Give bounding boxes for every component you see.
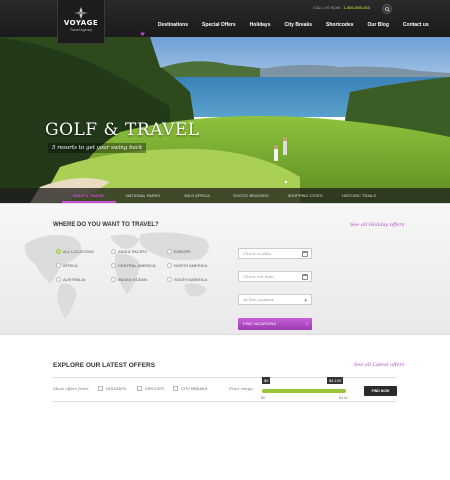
tab-exotic-beaches[interactable]: EXOTIC BEACHES — [224, 188, 278, 203]
price-range-label: Price range: — [229, 386, 254, 391]
call-us: CALL US NOW: 1-800-555-453 — [313, 5, 370, 10]
tab-wild-africa[interactable]: WILD AFRICA — [170, 188, 224, 203]
compass-icon — [74, 6, 88, 19]
sublocation-select[interactable]: All Sub Locations ▾ — [238, 294, 312, 305]
price-range-slider[interactable] — [262, 389, 346, 393]
call-label: CALL US NOW: — [313, 5, 342, 10]
checkin-date-input[interactable]: Check in date — [238, 248, 312, 259]
radio-australia[interactable]: AUSTRALIA — [56, 277, 85, 282]
nav-destinations[interactable]: Destinations — [158, 22, 188, 28]
price-min-tooltip: $0 — [262, 377, 271, 384]
radio-central-america[interactable]: CENTRAL AMERICA — [111, 263, 156, 268]
filter-city-breaks-checkbox[interactable]: CITY BREAKS — [173, 386, 207, 391]
nav-our-blog[interactable]: Our Blog — [368, 22, 389, 28]
hero-title: GOLF & TRAVEL — [45, 120, 200, 140]
nav-shortcodes[interactable]: Shortcodes — [326, 22, 354, 28]
world-map-image — [24, 232, 209, 319]
tab-golf-travel[interactable]: GOLF & TRAVEL — [62, 188, 116, 203]
radio-south-america[interactable]: SOUTH AMERICA — [167, 277, 207, 282]
radio-africa[interactable]: AFRICA — [56, 263, 78, 268]
arrow-right-icon: › — [306, 321, 308, 327]
radio-asia-pacific[interactable]: ASIA & PACIFIC — [111, 249, 147, 254]
tab-shopping-cities[interactable]: SHOPPING CITIES — [278, 188, 332, 203]
find-now-button[interactable]: FIND NOW — [364, 386, 397, 396]
search-icon — [385, 7, 390, 12]
find-vacations-button[interactable]: FIND VACATIONS › — [238, 318, 312, 330]
divider — [53, 401, 397, 402]
show-offers-label: Show offers from: — [53, 386, 90, 391]
see-holiday-offers-link[interactable]: See all Holiday offers — [350, 222, 404, 228]
see-latest-offers-link[interactable]: See all Latest offers — [354, 362, 405, 368]
search-button[interactable] — [382, 4, 392, 14]
hero-tagline[interactable]: 5 resorts to get your swing back — [48, 143, 147, 153]
divider — [53, 377, 397, 378]
radio-europe[interactable]: EUROPE — [167, 249, 191, 254]
hero-tabs: GOLF & TRAVEL NATIONAL PARKS WILD AFRICA… — [0, 188, 450, 203]
logo-text: VOYAGE — [63, 19, 99, 27]
price-range-fill — [262, 389, 346, 393]
offers-title: EXPLORE OUR LATEST OFFERS — [53, 362, 156, 369]
calendar-icon[interactable] — [302, 274, 308, 280]
filter-holidays-checkbox[interactable]: HOLIDAYS — [98, 386, 126, 391]
logo[interactable]: VOYAGE Travel Agency — [57, 0, 105, 44]
nav-contact-us[interactable]: Contact us — [403, 22, 429, 28]
main-nav: Destinations Special Offers Holidays Cit… — [140, 22, 443, 36]
chevron-down-icon: ▾ — [304, 298, 307, 304]
hero-banner[interactable]: GOLF & TRAVEL 5 resorts to get your swin… — [0, 37, 450, 203]
filter-circuits-checkbox[interactable]: CIRCUITS — [137, 386, 164, 391]
price-max-tooltip: $4,100 — [327, 377, 344, 384]
radio-all-locations[interactable]: ALL LOCATIONS — [56, 249, 94, 254]
nav-holidays[interactable]: Holidays — [250, 22, 271, 28]
logo-subtitle: Travel Agency — [69, 28, 93, 32]
price-scale-min: $0 — [261, 396, 265, 400]
call-number[interactable]: 1-800-555-453 — [343, 5, 369, 10]
home-icon[interactable] — [140, 23, 145, 36]
calendar-icon[interactable] — [302, 251, 308, 257]
tab-national-parks[interactable]: NATIONAL PARKS — [116, 188, 170, 203]
radio-indian-ocean[interactable]: INDIAN OCEAN — [111, 277, 147, 282]
nav-city-breaks[interactable]: City Breaks — [285, 22, 313, 28]
tab-historic-trails[interactable]: HISTORIC TRAILS — [332, 188, 386, 203]
radio-north-america[interactable]: NORTH AMERICA — [167, 263, 207, 268]
price-scale-max: $4,1k — [339, 396, 348, 400]
checkout-date-input[interactable]: Check out date — [238, 271, 312, 282]
search-title: WHERE DO YOU WANT TO TRAVEL? — [53, 222, 159, 228]
nav-special-offers[interactable]: Special Offers — [202, 22, 236, 28]
